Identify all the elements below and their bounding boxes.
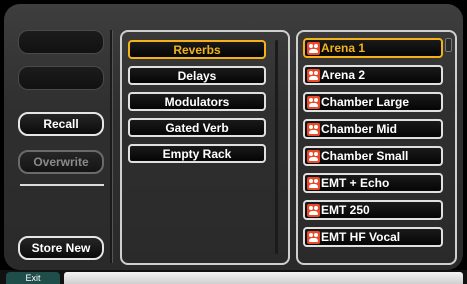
preset-people-icon <box>307 122 320 136</box>
preset-label: EMT HF Vocal <box>321 230 401 244</box>
preset-people-icon <box>307 41 320 55</box>
library-screen: Recall Overwrite Store New Reverbs Delay… <box>4 4 463 270</box>
preset-item-emt-hf-vocal[interactable]: EMT HF Vocal <box>303 227 443 247</box>
preset-label: Arena 1 <box>321 41 366 55</box>
preset-people-icon <box>307 149 320 163</box>
preset-label: EMT 250 <box>321 203 370 217</box>
preset-label: Chamber Mid <box>321 122 398 136</box>
preset-people-icon <box>307 230 320 244</box>
status-bar <box>64 272 463 284</box>
category-item-gated-verb[interactable]: Gated Verb <box>128 118 266 137</box>
store-new-button[interactable]: Store New <box>18 236 104 260</box>
preset-people-icon <box>307 68 320 82</box>
category-item-empty-rack[interactable]: Empty Rack <box>128 144 266 163</box>
preset-label: EMT + Echo <box>321 176 390 190</box>
preset-people-icon <box>307 95 320 109</box>
preset-item-arena-2[interactable]: Arena 2 <box>303 65 443 85</box>
preset-label: Arena 2 <box>321 68 366 82</box>
preset-item-chamber-mid[interactable]: Chamber Mid <box>303 119 443 139</box>
preset-item-chamber-large[interactable]: Chamber Large <box>303 92 443 112</box>
preset-people-icon <box>307 176 320 190</box>
preset-list: Arena 1 Arena 2 Chamber Large Chamber Mi… <box>296 30 457 265</box>
empty-slot-button-2[interactable] <box>18 66 104 90</box>
divider-line <box>20 184 104 186</box>
category-scrollbar[interactable] <box>275 40 278 254</box>
preset-item-emt-250[interactable]: EMT 250 <box>303 200 443 220</box>
category-list: Reverbs Delays Modulators Gated Verb Emp… <box>120 30 290 265</box>
preset-item-arena-1[interactable]: Arena 1 <box>303 38 443 58</box>
category-item-modulators[interactable]: Modulators <box>128 92 266 111</box>
preset-label: Chamber Small <box>321 149 409 163</box>
preset-scrollbar[interactable] <box>445 38 452 52</box>
preset-label: Chamber Large <box>321 95 410 109</box>
library-action-column: Recall Overwrite Store New <box>4 4 114 270</box>
overwrite-button[interactable]: Overwrite <box>18 150 104 174</box>
preset-item-chamber-small[interactable]: Chamber Small <box>303 146 443 166</box>
recall-button[interactable]: Recall <box>18 112 104 136</box>
empty-slot-button-1[interactable] <box>18 30 104 54</box>
exit-tab[interactable]: Exit <box>6 272 60 284</box>
preset-people-icon <box>307 203 320 217</box>
category-item-reverbs[interactable]: Reverbs <box>128 40 266 59</box>
column-divider <box>110 30 113 263</box>
preset-item-emt-echo[interactable]: EMT + Echo <box>303 173 443 193</box>
category-item-delays[interactable]: Delays <box>128 66 266 85</box>
